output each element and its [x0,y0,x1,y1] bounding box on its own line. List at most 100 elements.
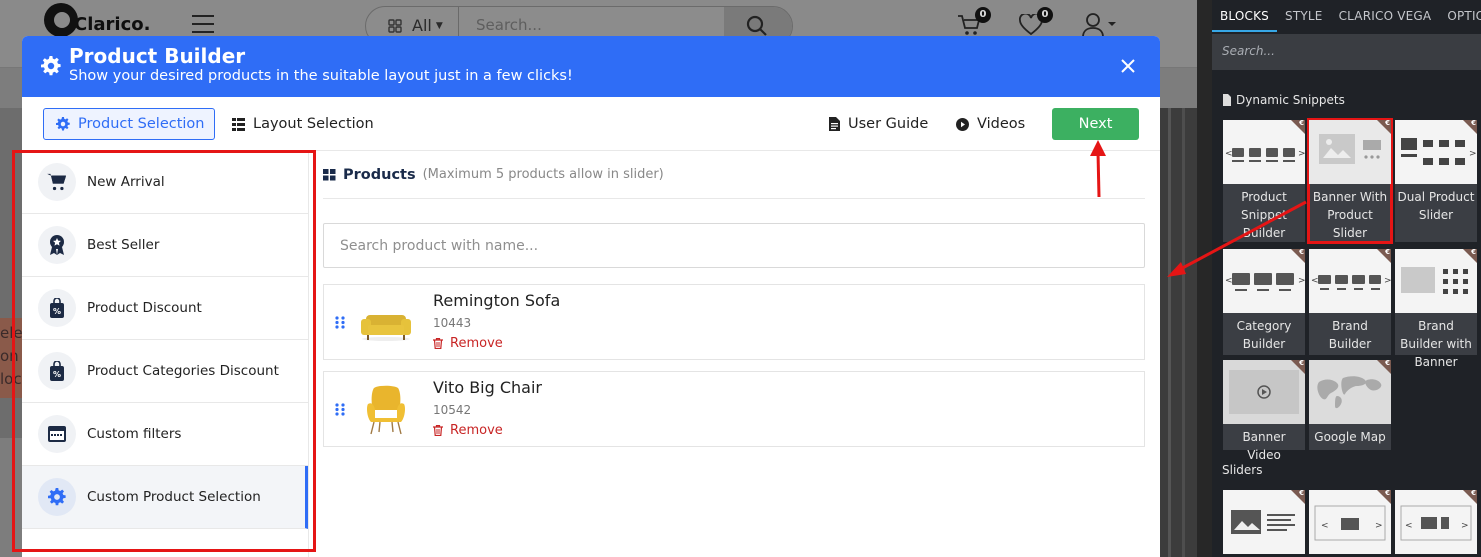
tab-style[interactable]: STYLE [1277,9,1331,32]
sidebar-item-custom-product-selection[interactable]: Custom Product Selection [22,466,308,529]
snippet-banner-with-product-slider[interactable]: € Banner With Product Slider [1307,118,1393,244]
product-id: 10542 [433,403,472,417]
section-dynamic-snippets: Dynamic Snippets [1212,93,1355,107]
product-name: Vito Big Chair [433,378,542,397]
svg-text:<: < [1225,149,1233,159]
svg-text:<: < [1311,276,1319,286]
remove-product-button[interactable]: Remove [433,423,503,438]
slider-snippet-1[interactable]: € [1223,490,1305,554]
search-category-select[interactable]: All ▼ [388,16,443,35]
sidebar-item-custom-filters[interactable]: Custom filters [22,403,308,466]
drag-handle-icon[interactable] [335,403,345,416]
user-guide-link[interactable]: User Guide [829,108,928,140]
table-icon [232,117,245,131]
award-icon [38,226,76,264]
document-icon [829,117,840,131]
snippet-product-snippet-builder[interactable]: < > € Product Snippet Builder [1223,120,1305,242]
products-limit-note: (Maximum 5 products allow in slider) [422,167,664,182]
tab-options[interactable]: OPTIONS [1439,9,1481,32]
gear-icon [38,478,76,516]
snippet-thumbnail: < > € [1223,249,1305,313]
tab-product-selection[interactable]: Product Selection [43,108,215,140]
videos-link[interactable]: Videos [956,108,1025,140]
snippet-thumbnail: > € [1395,120,1477,184]
modal-title: Product Builder [69,44,246,68]
slider-snippet-2[interactable]: < > € [1309,490,1391,554]
products-heading: Products (Maximum 5 products allow in sl… [323,151,1145,199]
snippet-brand-builder-with-banner[interactable]: € Brand Builder with Banner [1395,249,1477,369]
snippet-category-builder[interactable]: < > € Category Builder [1223,249,1305,355]
snippet-thumbnail: € [1395,249,1477,313]
next-button[interactable]: Next [1052,108,1139,140]
modal-subtitle: Show your desired products in the suitab… [69,68,573,84]
svg-text:%: % [53,370,61,379]
grid-icon [323,168,336,180]
snippet-search-input[interactable]: Search... [1212,34,1481,70]
search-icon [746,15,767,36]
product-row: Remington Sofa 10443 Remove [323,284,1145,360]
snippet-google-map[interactable]: € Google Map [1309,360,1391,450]
grid-icon [388,18,402,33]
percent-bag-icon: % [38,352,76,390]
filter-window-icon [38,415,76,453]
snippet-thumbnail: < > € [1223,120,1305,184]
percent-bag-icon: % [38,289,76,327]
play-circle-icon [956,117,969,131]
site-partial-text: ele on loc [0,318,24,398]
products-panel: Products (Maximum 5 products allow in sl… [323,151,1145,447]
tab-layout-selection[interactable]: Layout Selection [232,108,374,140]
search-category-label: All [412,16,432,35]
svg-text:>: > [1461,521,1469,531]
snippet-brand-builder[interactable]: < > € Brand Builder [1309,249,1391,355]
trash-icon [433,425,443,436]
logo-text: Clarico. [74,13,151,35]
svg-text:>: > [1375,521,1383,531]
sidebar-item-best-seller[interactable]: Best Seller [22,214,308,277]
wishlist-count-badge: 0 [1037,7,1053,23]
editor-panel: BLOCKS STYLE CLARICO VEGA OPTIONS Search… [1197,0,1481,557]
cart-count-badge: 0 [975,7,991,23]
remove-product-button[interactable]: Remove [433,336,503,351]
tab-clarico-vega[interactable]: CLARICO VEGA [1331,9,1440,32]
site-search-input[interactable]: Search... [476,16,542,34]
product-search-input[interactable]: Search product with name... [323,223,1145,268]
site-logo[interactable]: Clarico. [44,3,150,37]
modal-toolbar: Product Selection Layout Selection User … [22,97,1160,151]
site-curtain-image [1160,108,1197,557]
snippet-thumbnail: € [1309,360,1391,424]
product-builder-modal: Product Builder Show your desired produc… [22,36,1160,557]
sidebar-item-product-categories-discount[interactable]: % Product Categories Discount [22,340,308,403]
gear-icon [41,56,61,76]
product-image-sofa [361,315,411,341]
snippet-thumbnail: € [1223,490,1305,554]
close-icon[interactable] [1120,58,1136,74]
drag-handle-icon[interactable] [335,316,345,329]
sidebar-item-new-arrival[interactable]: New Arrival [22,151,308,214]
svg-text:<: < [1321,521,1329,531]
snippet-thumbnail: < > € [1395,490,1477,554]
svg-text:>: > [1298,276,1305,286]
product-name: Remington Sofa [433,291,561,310]
svg-text:>: > [1469,149,1477,159]
logo-mark-icon [44,3,78,37]
tab-blocks[interactable]: BLOCKS [1212,9,1278,32]
svg-text:>: > [1384,276,1391,286]
product-image-chair [367,385,405,435]
section-sliders: Sliders [1222,463,1263,477]
snippet-thumbnail: < > € [1309,490,1391,554]
caret-down-icon: ▼ [435,20,443,31]
editor-tabs: BLOCKS STYLE CLARICO VEGA OPTIONS [1212,0,1481,32]
user-icon [1082,13,1116,38]
cart-icon [38,163,76,201]
modal-header: Product Builder Show your desired produc… [22,36,1160,97]
snippet-dual-product-slider[interactable]: > € Dual Product Slider [1395,120,1477,242]
sidebar-item-product-discount[interactable]: % Product Discount [22,277,308,340]
product-row: Vito Big Chair 10542 Remove [323,371,1145,447]
svg-text:<: < [1225,276,1233,286]
snippet-banner-video[interactable]: € Banner Video [1223,360,1305,462]
slider-snippet-3[interactable]: < > € [1395,490,1477,554]
svg-text:>: > [1298,149,1305,159]
selection-sidebar: New Arrival Best Seller % Product Discou… [22,151,308,557]
snippet-thumbnail: € [1309,120,1391,184]
svg-text:<: < [1405,521,1413,531]
